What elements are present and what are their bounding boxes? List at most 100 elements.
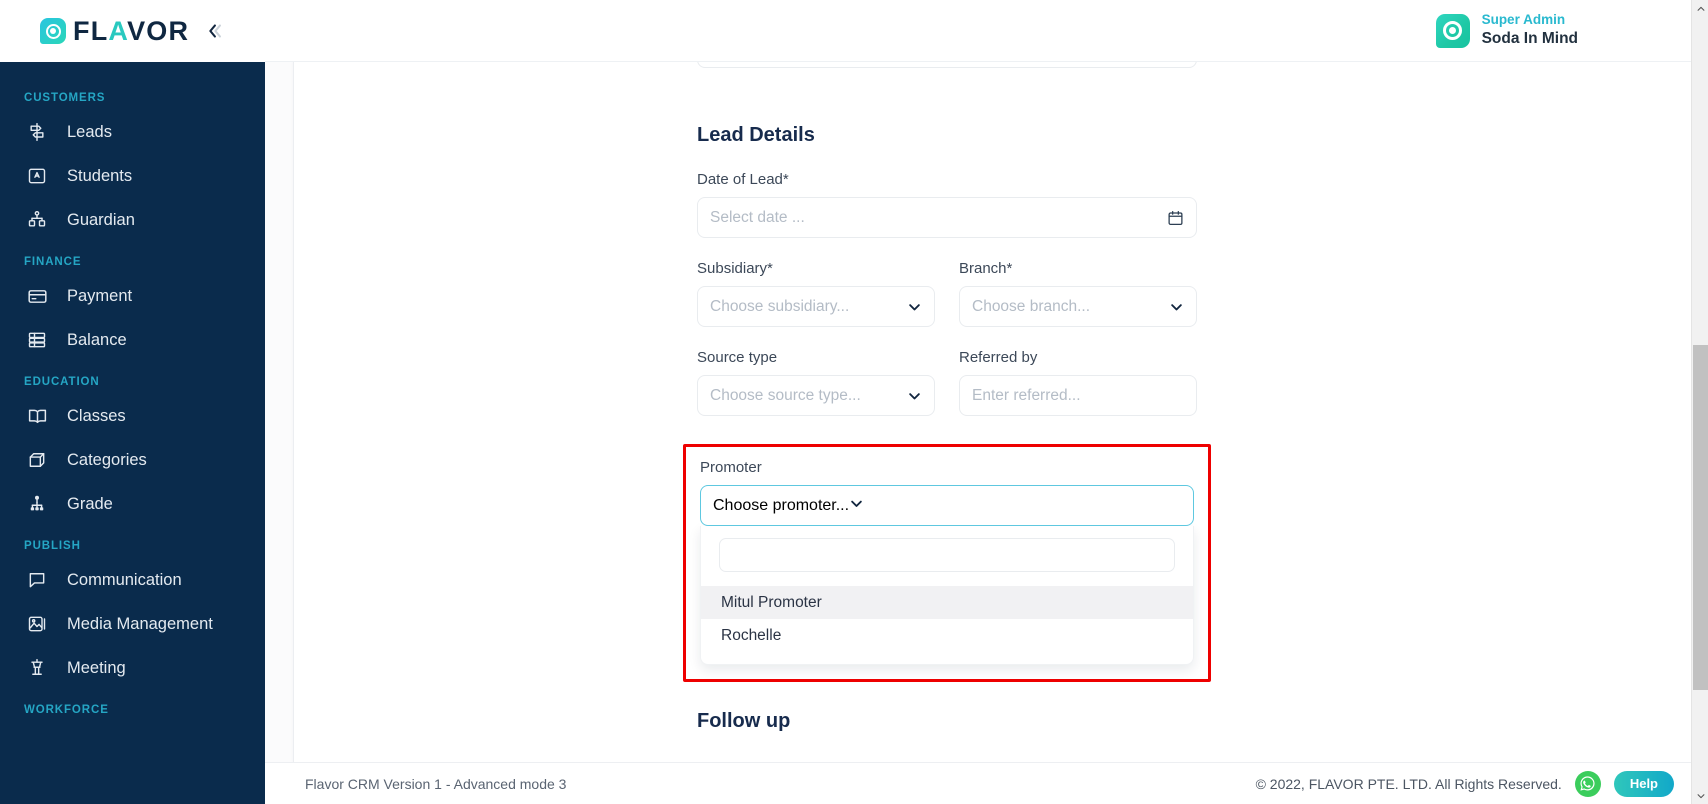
box-icon bbox=[24, 449, 50, 471]
option-label: Rochelle bbox=[721, 626, 782, 644]
field-label: Subsidiary* bbox=[697, 260, 773, 277]
user-role: Super Admin bbox=[1481, 12, 1566, 28]
scroll-up-arrow-icon[interactable] bbox=[1692, 0, 1708, 17]
field-label: Branch* bbox=[959, 260, 1013, 277]
logo-text-pre: FL bbox=[73, 15, 109, 46]
sidebar-item-label: Guardian bbox=[67, 210, 135, 229]
user-menu[interactable]: Super Admin Soda In Mind bbox=[1435, 12, 1578, 48]
sidebar-item-label: Balance bbox=[67, 330, 127, 349]
chevron-down-icon[interactable] bbox=[1169, 299, 1184, 314]
sidebar-item-categories[interactable]: Categories bbox=[0, 438, 265, 482]
field-branch: Branch* Choose branch... bbox=[959, 260, 1197, 327]
logo-text-accent: A bbox=[108, 15, 128, 46]
top-header: Super Admin Soda In Mind bbox=[265, 0, 1708, 62]
field-date-of-lead: Date of Lead* Select date ... bbox=[697, 171, 1197, 238]
sidebar-item-meeting[interactable]: Meeting bbox=[0, 646, 265, 690]
chat-bubble-icon bbox=[24, 569, 50, 591]
previous-field-input-cut-off[interactable] bbox=[697, 62, 1197, 68]
chevron-down-icon[interactable] bbox=[907, 299, 922, 314]
user-name: Soda In Mind bbox=[1481, 30, 1578, 48]
sidebar-item-label: Students bbox=[67, 166, 133, 185]
sidebar-item-grade[interactable]: Grade bbox=[0, 482, 265, 526]
sidebar-nav: CUSTOMERS Leads Students Guardian FINANC… bbox=[0, 62, 265, 804]
logo-text: FLAVOR bbox=[73, 16, 189, 47]
logo-block: FLAVOR bbox=[0, 0, 265, 62]
sidebar-item-communication[interactable]: Communication bbox=[0, 558, 265, 602]
field-label: Referred by bbox=[959, 349, 1038, 366]
sidebar-item-label: Payment bbox=[67, 286, 133, 305]
promoter-select[interactable]: Choose promoter... bbox=[700, 485, 1194, 526]
sidebar-group-finance-label: FINANCE bbox=[24, 256, 82, 268]
id-card-icon bbox=[24, 165, 50, 187]
sidebar-item-label: Classes bbox=[67, 406, 126, 425]
open-book-icon bbox=[24, 405, 50, 427]
chevron-down-icon[interactable] bbox=[849, 496, 864, 516]
footer-right: © 2022, FLAVOR PTE. LTD. All Rights Rese… bbox=[1255, 770, 1674, 797]
flavor-logo-icon bbox=[40, 18, 66, 44]
date-of-lead-input[interactable]: Select date ... bbox=[697, 197, 1197, 238]
referred-by-placeholder: Enter referred... bbox=[972, 386, 1081, 404]
field-referred-by: Referred by Enter referred... bbox=[959, 349, 1197, 416]
sidebar-group-education-label: EDUCATION bbox=[24, 376, 100, 388]
sidebar-item-classes[interactable]: Classes bbox=[0, 394, 265, 438]
signpost-icon bbox=[24, 121, 50, 143]
help-button[interactable]: Help bbox=[1613, 770, 1674, 797]
footer: Flavor CRM Version 1 - Advanced mode 3 ©… bbox=[265, 762, 1708, 804]
sidebar-group-workforce-label: WORKFORCE bbox=[24, 704, 109, 716]
coins-stack-icon bbox=[24, 329, 50, 351]
copyright-text: © 2022, FLAVOR PTE. LTD. All Rights Rese… bbox=[1255, 775, 1562, 792]
sidebar-item-students[interactable]: Students bbox=[0, 154, 265, 198]
sidebar-item-label: Grade bbox=[67, 494, 113, 513]
form-column: Lead Details Date of Lead* Select date .… bbox=[683, 62, 1211, 733]
row-source-referred: Source type Choose source type... Referr… bbox=[697, 349, 1197, 438]
subsidiary-select[interactable]: Choose subsidiary... bbox=[697, 286, 935, 327]
field-label: Source type bbox=[697, 349, 778, 366]
whatsapp-icon[interactable] bbox=[1574, 770, 1601, 797]
credit-card-icon bbox=[24, 285, 50, 307]
scrollbar-thumb[interactable] bbox=[1693, 345, 1708, 690]
row-subsidiary-branch: Subsidiary* Choose subsidiary... Branch* bbox=[697, 260, 1197, 349]
date-of-lead-placeholder: Select date ... bbox=[710, 208, 805, 226]
double-chevron-left-icon[interactable] bbox=[203, 20, 225, 42]
main-area: Super Admin Soda In Mind Lead Details Da… bbox=[265, 0, 1708, 804]
branch-select[interactable]: Choose branch... bbox=[959, 286, 1197, 327]
promoter-label: Promoter bbox=[700, 459, 762, 476]
sidebar-item-guardian[interactable]: Guardian bbox=[0, 198, 265, 242]
form-card: Lead Details Date of Lead* Select date .… bbox=[293, 62, 1708, 762]
field-source-type: Source type Choose source type... bbox=[697, 349, 935, 416]
sidebar-item-media-management[interactable]: Media Management bbox=[0, 602, 265, 646]
source-type-select[interactable]: Choose source type... bbox=[697, 375, 935, 416]
sidebar-item-label: Media Management bbox=[67, 614, 213, 633]
logo-text-post: VOR bbox=[127, 15, 190, 46]
image-icon bbox=[24, 613, 50, 635]
field-subsidiary: Subsidiary* Choose subsidiary... bbox=[697, 260, 935, 327]
calendar-icon[interactable] bbox=[1167, 209, 1184, 226]
subsidiary-placeholder: Choose subsidiary... bbox=[710, 297, 850, 315]
sidebar-item-label: Communication bbox=[67, 570, 182, 589]
podium-icon bbox=[24, 657, 50, 679]
scroll-down-arrow-icon[interactable] bbox=[1692, 787, 1708, 804]
app-root: CUSTOMERS Leads Students Guardian FINANC… bbox=[0, 0, 1708, 804]
source-type-placeholder: Choose source type... bbox=[710, 386, 861, 404]
referred-by-input[interactable]: Enter referred... bbox=[959, 375, 1197, 416]
promoter-dropdown-panel: Mitul Promoter Rochelle bbox=[700, 526, 1194, 665]
promoter-highlight-box: Promoter Choose promoter... Mitul Promot… bbox=[683, 444, 1211, 682]
sidebar-item-balance[interactable]: Balance bbox=[0, 318, 265, 362]
content-scroll-region: Lead Details Date of Lead* Select date .… bbox=[265, 62, 1708, 762]
branch-placeholder: Choose branch... bbox=[972, 297, 1091, 315]
sidebar-item-leads[interactable]: Leads bbox=[0, 110, 265, 154]
version-text: Flavor CRM Version 1 - Advanced mode 3 bbox=[305, 775, 567, 792]
promoter-option-mitul-promoter[interactable]: Mitul Promoter bbox=[701, 586, 1193, 619]
promoter-option-rochelle[interactable]: Rochelle bbox=[701, 619, 1193, 652]
promoter-search-input[interactable] bbox=[719, 538, 1175, 572]
follow-up-title: Follow up bbox=[697, 710, 791, 732]
dropdown-bottom-padding bbox=[701, 652, 1193, 664]
sidebar-item-payment[interactable]: Payment bbox=[0, 274, 265, 318]
field-label: Date of Lead* bbox=[697, 171, 789, 188]
chevron-down-icon[interactable] bbox=[907, 388, 922, 403]
org-chart-icon bbox=[24, 493, 50, 515]
page-scrollbar[interactable] bbox=[1691, 0, 1708, 804]
page-title: Lead Details bbox=[697, 124, 815, 146]
sidebar-group-customers-label: CUSTOMERS bbox=[24, 92, 106, 104]
option-label: Mitul Promoter bbox=[721, 593, 822, 611]
